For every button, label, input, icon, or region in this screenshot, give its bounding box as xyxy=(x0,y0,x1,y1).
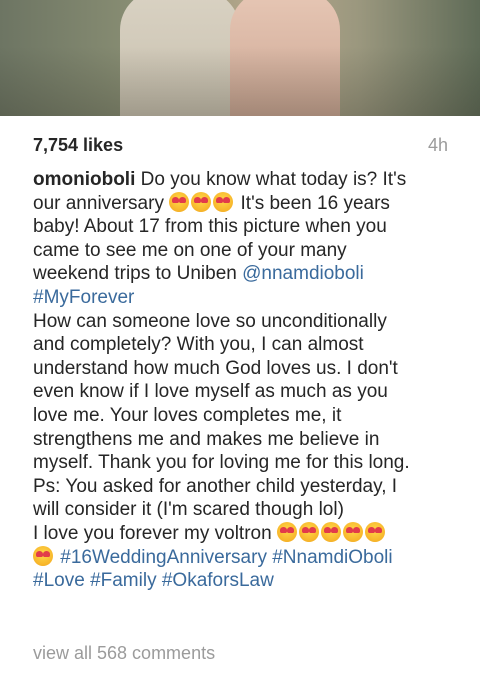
caption-line-7: How can someone love so unconditionally xyxy=(33,310,387,332)
hashtag-link[interactable]: #Family xyxy=(90,570,157,591)
caption-line-8: and completely? With you, I can almost xyxy=(33,334,364,356)
heart-eyes-emoji-icon xyxy=(191,191,212,212)
caption-line-3: baby! About 17 from this picture when yo… xyxy=(33,216,387,238)
photo-shadow xyxy=(0,0,480,116)
mention-link[interactable]: @nnamdioboli xyxy=(242,263,364,284)
caption-line-6: #MyForever xyxy=(33,286,458,310)
heart-eyes-emoji-icon xyxy=(33,545,53,566)
caption-line-10: even know if I love myself as much as yo… xyxy=(33,381,388,403)
caption-line-4: came to see me on one of your many xyxy=(33,239,347,261)
caption-line-12: strengthens me and makes me believe in xyxy=(33,428,380,450)
caption-text: weekend trips to Uniben xyxy=(33,263,237,285)
caption-line-17: #16WeddingAnniversary #NnamdiOboli xyxy=(33,545,458,570)
caption-line-14: Ps: You asked for another child yesterda… xyxy=(33,475,398,497)
view-all-comments-link[interactable]: view all 568 comments xyxy=(33,643,215,664)
hashtag-link[interactable]: #OkaforsLaw xyxy=(162,570,274,591)
post-caption: omonioboli Do you know what today is? It… xyxy=(33,168,458,593)
post-photo[interactable] xyxy=(0,0,480,116)
hashtag-link[interactable]: #MyForever xyxy=(33,287,134,308)
caption-line-2: our anniversary It's been 16 years xyxy=(33,191,458,216)
heart-eyes-emoji-icon xyxy=(213,191,234,212)
caption-text: our anniversary xyxy=(33,192,164,214)
caption-line-9: understand how much God loves us. I don'… xyxy=(33,357,398,379)
caption-line-11: love me. Your loves completes me, it xyxy=(33,404,342,426)
caption-text: I love you forever my voltron xyxy=(33,522,272,544)
username[interactable]: omonioboli xyxy=(33,169,135,190)
caption-line-13: myself. Thank you for loving me for this… xyxy=(33,452,410,474)
heart-eyes-emoji-icon xyxy=(298,521,319,542)
caption-text: It's been 16 years xyxy=(240,192,390,214)
post-time: 4h xyxy=(427,135,448,155)
heart-eyes-emoji-icon xyxy=(276,521,297,542)
hashtag-link[interactable]: #16WeddingAnniversary xyxy=(60,547,267,568)
heart-eyes-emoji-icon xyxy=(342,521,363,542)
hashtag-link[interactable]: #NnamdiOboli xyxy=(272,547,392,568)
caption-line-15: will consider it (I'm scared though lol) xyxy=(33,499,344,521)
heart-eyes-emoji-icon xyxy=(364,521,385,542)
caption-line-5: weekend trips to Uniben @nnamdioboli xyxy=(33,262,458,286)
hashtag-link[interactable]: #Love xyxy=(33,570,85,591)
caption-line-18: #Love #Family #OkaforsLaw xyxy=(33,569,458,593)
caption-line-1: omonioboli Do you know what today is? It… xyxy=(33,168,458,192)
likes-count[interactable]: 7,754 likes xyxy=(33,135,123,156)
caption-text: Do you know what today is? It's xyxy=(140,169,407,190)
caption-line-16: I love you forever my voltron xyxy=(33,521,458,546)
heart-eyes-emoji-icon xyxy=(320,521,341,542)
heart-eyes-emoji-icon xyxy=(169,191,190,212)
